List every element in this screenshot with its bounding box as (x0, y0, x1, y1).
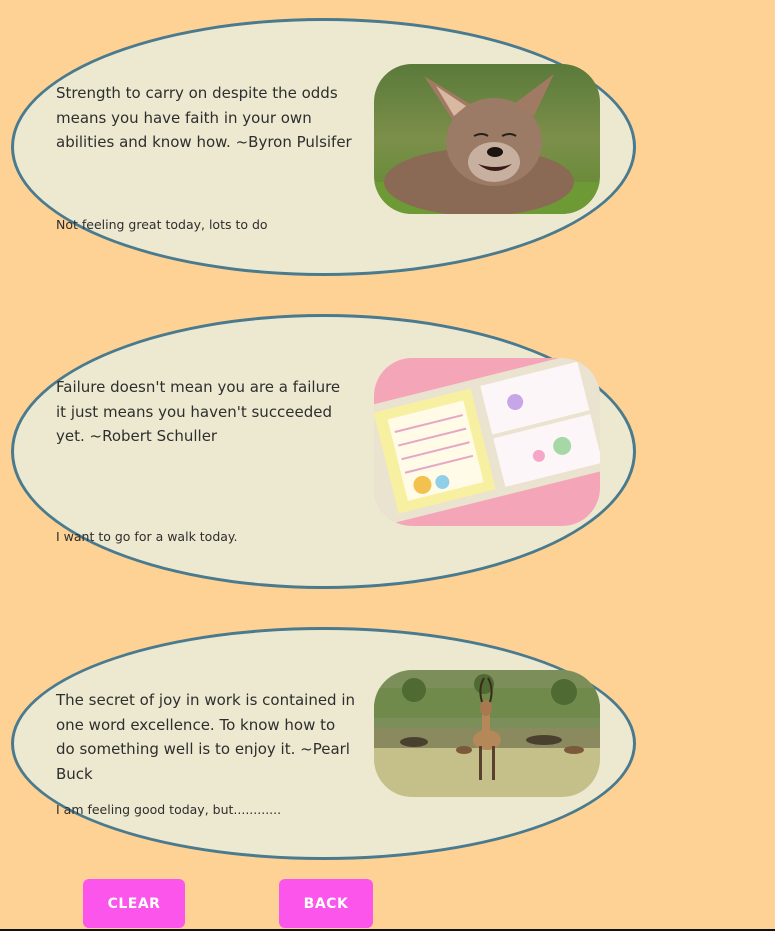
stationery-notepads-image (374, 358, 600, 526)
journal-card-3: The secret of joy in work is contained i… (11, 627, 636, 860)
clear-button[interactable]: CLEAR (83, 879, 185, 928)
journal-card-2: Failure doesn't mean you are a failure i… (11, 314, 636, 589)
journal-note: Not feeling great today, lots to do (56, 217, 268, 232)
quote-text: The secret of joy in work is contained i… (56, 691, 356, 783)
antelope-savanna-image (374, 670, 600, 797)
journal-card-1: Strength to carry on despite the odds me… (11, 18, 636, 276)
journal-note: I want to go for a walk today. (56, 529, 238, 544)
laughing-coyote-image (374, 64, 600, 214)
journal-note: I am feeling good today, but............ (56, 802, 282, 817)
back-button[interactable]: BACK (279, 879, 373, 928)
quote-text: Strength to carry on despite the odds me… (56, 84, 352, 151)
quote-text: Failure doesn't mean you are a failure i… (56, 378, 341, 445)
